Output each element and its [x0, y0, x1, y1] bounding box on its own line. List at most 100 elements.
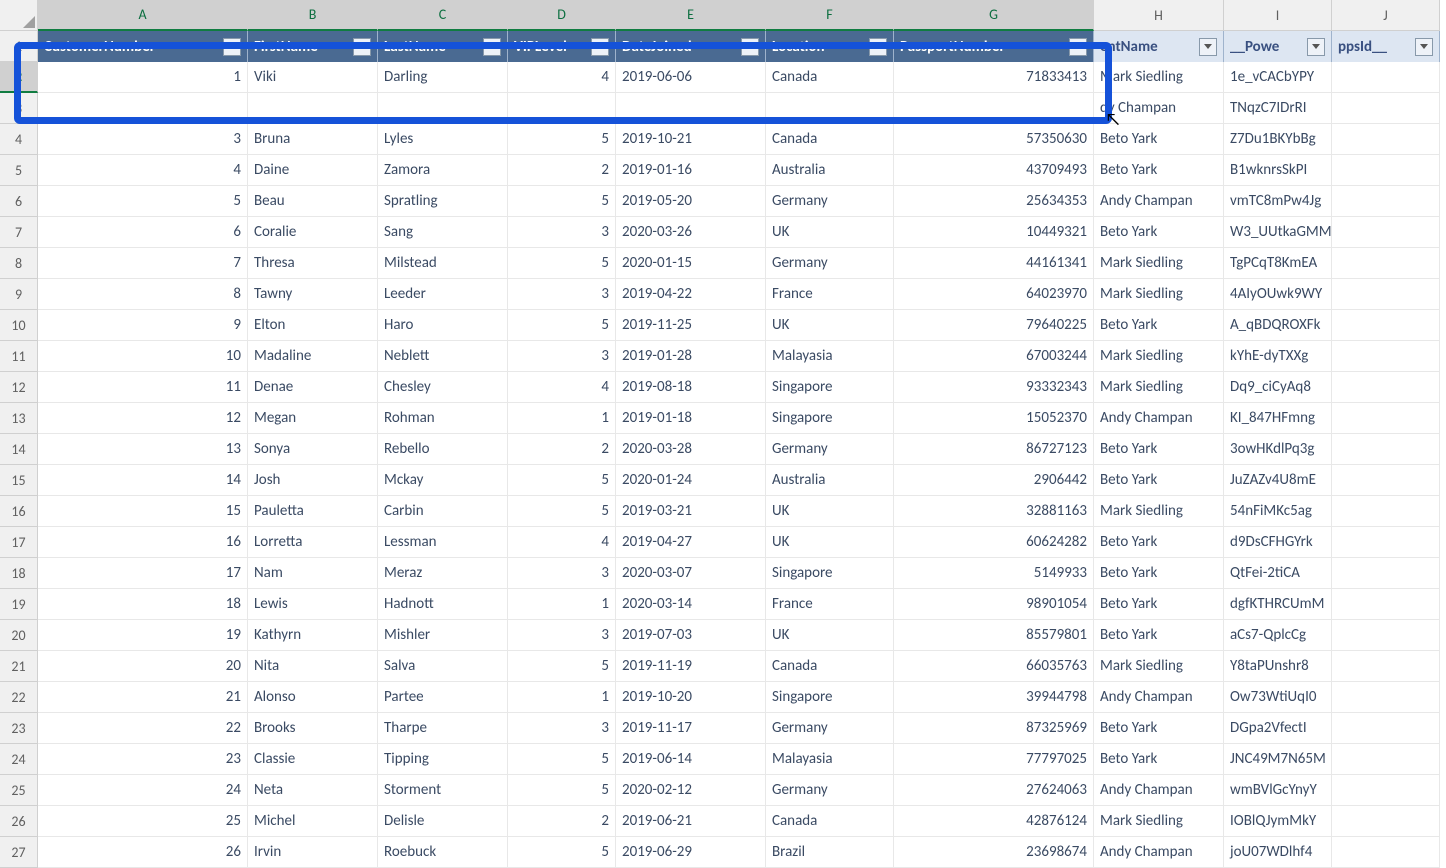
filter-dropdown-icon[interactable] [223, 38, 241, 56]
cell-g[interactable]: 60624282 [894, 527, 1094, 558]
table-header-c[interactable]: LastName [378, 31, 508, 62]
cell-g[interactable]: 85579801 [894, 620, 1094, 651]
cell-d[interactable]: 4 [508, 62, 616, 93]
cell-f[interactable]: UK [766, 217, 894, 248]
cell-j[interactable] [1332, 186, 1440, 217]
table-header-d[interactable]: VIPLevel [508, 31, 616, 62]
cell-i[interactable]: wmBVlGcYnyY [1224, 775, 1332, 806]
cell-d[interactable]: 5 [508, 465, 616, 496]
cell-f[interactable] [766, 93, 894, 124]
cell-c[interactable]: Rebello [378, 434, 508, 465]
cell-d[interactable]: 5 [508, 310, 616, 341]
cell-j[interactable] [1332, 744, 1440, 775]
cell-b[interactable]: Nita [248, 651, 378, 682]
cell-a[interactable]: 26 [38, 837, 248, 868]
cell-g[interactable]: 71833413 [894, 62, 1094, 93]
cell-i[interactable]: JNC49M7N65M [1224, 744, 1332, 775]
cell-f[interactable]: Canada [766, 806, 894, 837]
cell-c[interactable]: Zamora [378, 155, 508, 186]
cell-g[interactable]: 39944798 [894, 682, 1094, 713]
cell-d[interactable]: 5 [508, 651, 616, 682]
cell-a[interactable]: 19 [38, 620, 248, 651]
cell-i[interactable]: QtFei-2tiCA [1224, 558, 1332, 589]
cell-a[interactable]: 15 [38, 496, 248, 527]
cell-g[interactable]: 98901054 [894, 589, 1094, 620]
cell-h[interactable]: Andy Champan [1094, 837, 1224, 868]
column-header-E[interactable]: E [616, 0, 766, 31]
cell-e[interactable]: 2019-06-21 [616, 806, 766, 837]
cell-i[interactable]: Ow73WtiUqI0 [1224, 682, 1332, 713]
cell-g[interactable]: 87325969 [894, 713, 1094, 744]
cell-c[interactable]: Meraz [378, 558, 508, 589]
cell-h[interactable]: Beto Yark [1094, 558, 1224, 589]
cell-b[interactable]: Neta [248, 775, 378, 806]
cell-e[interactable]: 2019-06-29 [616, 837, 766, 868]
filter-dropdown-icon[interactable] [869, 38, 887, 56]
cell-j[interactable] [1332, 372, 1440, 403]
cell-c[interactable]: Tipping [378, 744, 508, 775]
cell-e[interactable]: 2020-01-15 [616, 248, 766, 279]
cell-j[interactable] [1332, 93, 1440, 124]
column-header-G[interactable]: G [894, 0, 1094, 31]
column-header-I[interactable]: I [1224, 0, 1332, 31]
row-header[interactable]: 13 [0, 403, 38, 434]
column-header-B[interactable]: B [248, 0, 378, 31]
row-header[interactable]: 16 [0, 496, 38, 527]
cell-j[interactable] [1332, 496, 1440, 527]
cell-d[interactable]: 5 [508, 124, 616, 155]
row-header[interactable]: 20 [0, 620, 38, 651]
cell-d[interactable]: 2 [508, 806, 616, 837]
cell-h[interactable]: Beto Yark [1094, 155, 1224, 186]
cell-b[interactable]: Elton [248, 310, 378, 341]
cell-g[interactable]: 25634353 [894, 186, 1094, 217]
cell-e[interactable]: 2019-01-18 [616, 403, 766, 434]
cell-e[interactable]: 2019-03-21 [616, 496, 766, 527]
cell-c[interactable]: Lessman [378, 527, 508, 558]
cell-f[interactable]: Malayasia [766, 341, 894, 372]
row-header[interactable]: 15 [0, 465, 38, 496]
table-header-h[interactable]: entName [1094, 31, 1224, 62]
cell-a[interactable]: 18 [38, 589, 248, 620]
cell-g[interactable]: 79640225 [894, 310, 1094, 341]
spreadsheet-grid[interactable]: ABCDEFGHIJ1CustomerNumberFirstNameLastNa… [0, 0, 1446, 868]
cell-j[interactable] [1332, 837, 1440, 868]
cell-c[interactable]: Rohman [378, 403, 508, 434]
cell-b[interactable]: Michel [248, 806, 378, 837]
cell-g[interactable]: 23698674 [894, 837, 1094, 868]
table-header-e[interactable]: DateJoined [616, 31, 766, 62]
filter-dropdown-icon[interactable] [353, 38, 371, 56]
cell-c[interactable]: Mckay [378, 465, 508, 496]
cell-i[interactable]: 4AIyOUwk9WY [1224, 279, 1332, 310]
cell-a[interactable]: 12 [38, 403, 248, 434]
cell-f[interactable]: Singapore [766, 403, 894, 434]
cell-f[interactable]: Germany [766, 248, 894, 279]
cell-j[interactable] [1332, 589, 1440, 620]
cell-c[interactable]: Haro [378, 310, 508, 341]
cell-e[interactable]: 2019-06-14 [616, 744, 766, 775]
cell-b[interactable]: Coralie [248, 217, 378, 248]
row-header[interactable]: 14 [0, 434, 38, 465]
row-header[interactable]: 11 [0, 341, 38, 372]
row-header[interactable]: 18 [0, 558, 38, 589]
cell-a[interactable] [38, 93, 248, 124]
cell-a[interactable]: 7 [38, 248, 248, 279]
cell-c[interactable]: Delisle [378, 806, 508, 837]
cell-f[interactable]: UK [766, 620, 894, 651]
cell-a[interactable]: 11 [38, 372, 248, 403]
cell-j[interactable] [1332, 248, 1440, 279]
cell-c[interactable]: Chesley [378, 372, 508, 403]
cell-d[interactable]: 3 [508, 558, 616, 589]
cell-e[interactable]: 2019-11-19 [616, 651, 766, 682]
cell-b[interactable]: Alonso [248, 682, 378, 713]
cell-e[interactable]: 2020-02-12 [616, 775, 766, 806]
cell-h[interactable]: Mark Siedling [1094, 248, 1224, 279]
cell-i[interactable]: TgPCqT8KmEA [1224, 248, 1332, 279]
cell-b[interactable]: Irvin [248, 837, 378, 868]
cell-a[interactable]: 22 [38, 713, 248, 744]
select-all-corner[interactable] [0, 0, 38, 31]
row-header[interactable]: 7 [0, 217, 38, 248]
cell-i[interactable]: Z7Du1BKYbBg [1224, 124, 1332, 155]
cell-j[interactable] [1332, 682, 1440, 713]
cell-d[interactable]: 2 [508, 434, 616, 465]
cell-a[interactable]: 23 [38, 744, 248, 775]
